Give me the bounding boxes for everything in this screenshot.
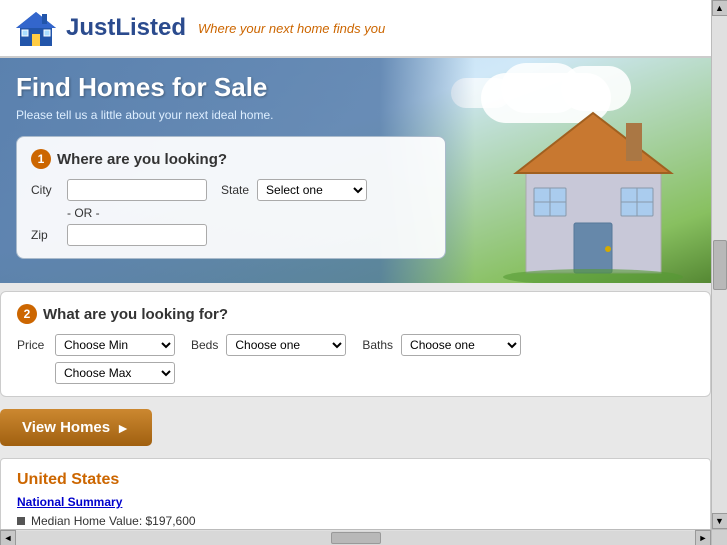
section2-box: 2 What are you looking for? Price Choose…	[0, 291, 711, 397]
hero-subtitle: Please tell us a little about your next …	[16, 108, 459, 122]
zip-input[interactable]	[67, 224, 207, 246]
beds-label: Beds	[191, 338, 218, 352]
price-min-select[interactable]: Choose Min $50,000$75,000$100,000 $150,0…	[55, 334, 175, 356]
hero-section: Find Homes for Sale Please tell us a lit…	[0, 58, 711, 283]
right-scrollbar: ▲ ▼	[711, 0, 727, 529]
view-homes-label: View Homes	[22, 419, 110, 436]
hero-overlay: Find Homes for Sale Please tell us a lit…	[0, 58, 475, 283]
scroll-thumb[interactable]	[713, 240, 727, 290]
section1-title: Where are you looking?	[57, 151, 227, 168]
view-homes-button[interactable]: View Homes ►	[0, 409, 152, 446]
baths-label: Baths	[362, 338, 393, 352]
section1-box: 1 Where are you looking? City State Sele…	[16, 136, 446, 259]
beds-select[interactable]: Choose one 12345+	[226, 334, 346, 356]
scroll-left-button[interactable]: ◄	[0, 530, 16, 545]
logo-icon	[12, 8, 60, 48]
national-summary-link[interactable]: National Summary	[17, 495, 694, 509]
median-home-value: Median Home Value: $197,600	[31, 514, 196, 528]
scroll-down-button[interactable]: ▼	[712, 513, 727, 529]
price-max-select[interactable]: Choose Max $100,000$150,000$200,000 $250…	[55, 362, 175, 384]
tagline: Where your next home finds you	[198, 21, 385, 36]
median-home-item: Median Home Value: $197,600	[17, 514, 694, 528]
step1-badge: 1	[31, 149, 51, 169]
city-state-row: City State Select one AlabamaAlaskaArizo…	[31, 179, 431, 201]
zip-row: Zip	[31, 224, 431, 246]
bullet-square-icon	[17, 517, 25, 525]
or-separator: - OR -	[67, 206, 431, 220]
view-homes-arrow-icon: ►	[116, 420, 130, 436]
price-max-row: Choose Max $100,000$150,000$200,000 $250…	[55, 362, 694, 384]
state-select[interactable]: Select one AlabamaAlaskaArizona Californ…	[257, 179, 367, 201]
section2-title: What are you looking for?	[43, 306, 228, 323]
city-label: City	[31, 183, 59, 197]
price-beds-baths-row: Price Choose Min $50,000$75,000$100,000 …	[17, 334, 694, 356]
us-section: United States National Summary Median Ho…	[0, 458, 711, 529]
step2-badge: 2	[17, 304, 37, 324]
city-input[interactable]	[67, 179, 207, 201]
header: JustListed Where your next home finds yo…	[0, 0, 711, 58]
logo-text: JustListed	[66, 14, 186, 42]
scroll-right-button[interactable]: ►	[695, 530, 711, 545]
us-title: United States	[17, 471, 694, 489]
baths-select[interactable]: Choose one 11.522.533.54+	[401, 334, 521, 356]
bottom-scrollbar: ◄ ►	[0, 529, 711, 545]
hero-title: Find Homes for Sale	[16, 72, 459, 103]
state-label: State	[221, 183, 249, 197]
hscroll-track	[16, 531, 695, 545]
price-label: Price	[17, 338, 47, 352]
zip-label: Zip	[31, 228, 59, 242]
section1-title-row: 1 Where are you looking?	[31, 149, 431, 169]
hscroll-thumb[interactable]	[331, 532, 381, 544]
scrollbar-corner	[711, 529, 727, 545]
scroll-up-button[interactable]: ▲	[712, 0, 727, 16]
house-illustration	[496, 83, 691, 283]
section2-title-row: 2 What are you looking for?	[17, 304, 694, 324]
